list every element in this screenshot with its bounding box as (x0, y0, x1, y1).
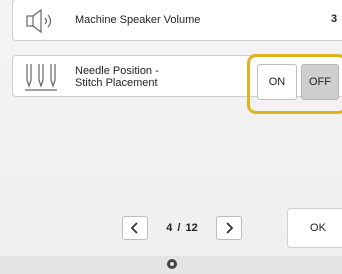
needle-position-icon (25, 64, 57, 91)
page-current: 4 (166, 222, 173, 234)
speaker-volume-value[interactable]: 3 (331, 13, 337, 25)
settings-gear-icon[interactable] (166, 258, 178, 270)
page-indicator: 4 / 12 (150, 222, 214, 234)
chevron-left-icon (130, 222, 138, 234)
next-page-button[interactable] (216, 216, 242, 240)
needle-position-label: Needle Position - Stitch Placement (75, 65, 159, 89)
page-total: 12 (185, 222, 198, 234)
speaker-icon (26, 8, 52, 34)
on-button[interactable]: ON (257, 64, 297, 100)
setting-row-speaker-volume: Machine Speaker Volume 3 ⟩ (12, 0, 342, 41)
previous-page-button[interactable] (122, 216, 148, 240)
speaker-volume-label: Machine Speaker Volume (75, 14, 201, 26)
page-separator: / (177, 222, 181, 234)
off-button[interactable]: OFF (301, 64, 339, 100)
settings-panel: Machine Speaker Volume 3 ⟩ Needle Positi… (0, 0, 342, 256)
ok-button[interactable]: OK (287, 208, 342, 248)
chevron-right-icon (226, 222, 234, 234)
